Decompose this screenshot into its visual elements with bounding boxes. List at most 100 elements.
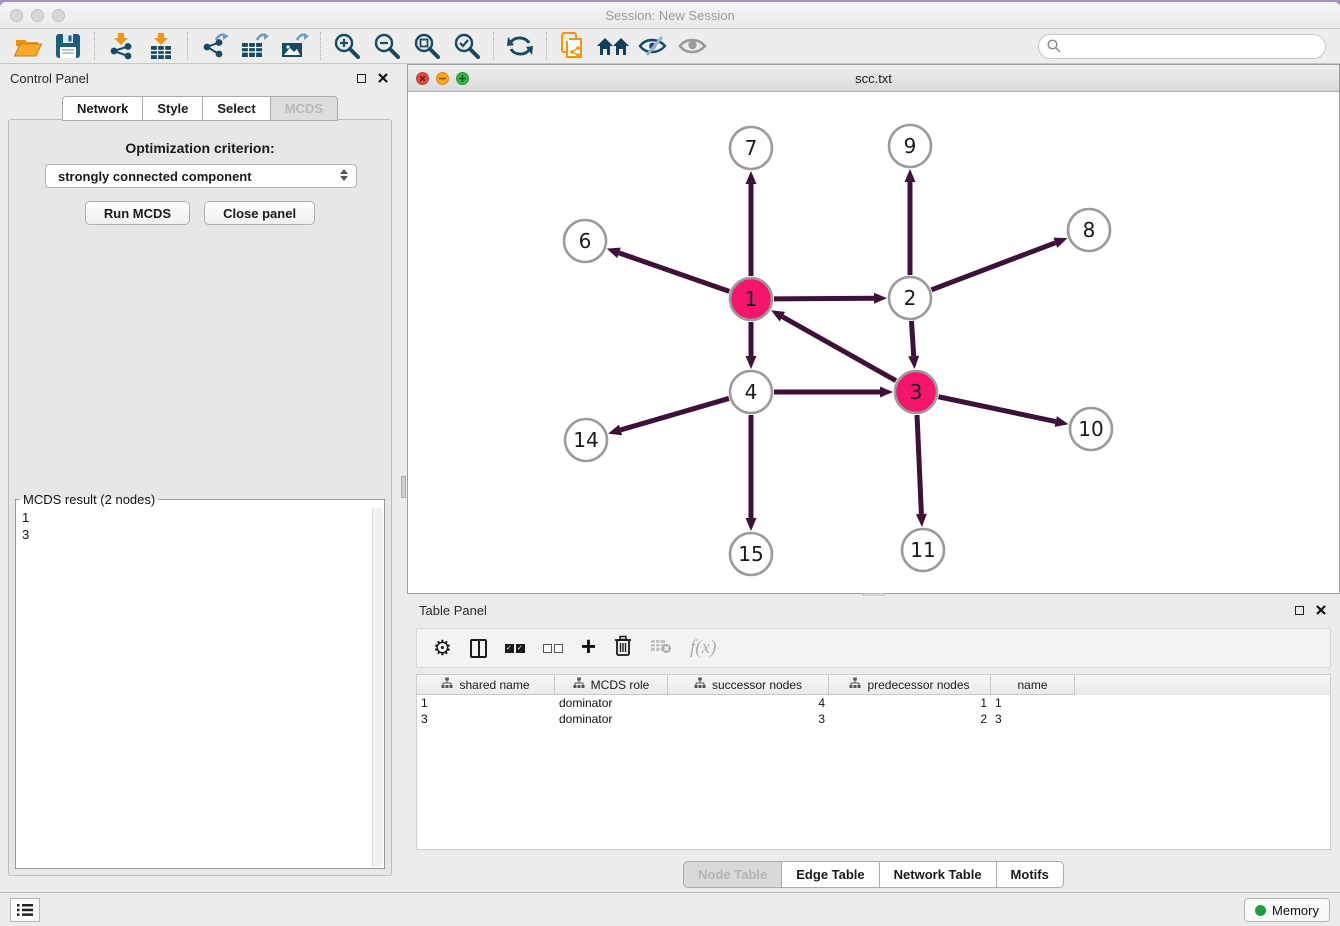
- export-network-button[interactable]: [194, 31, 234, 62]
- node-table[interactable]: shared nameMCDS rolesuccessor nodesprede…: [416, 674, 1331, 850]
- control-panel-title: Control Panel: [10, 71, 89, 86]
- zoom-view-icon[interactable]: [456, 72, 469, 85]
- first-neighbors-button[interactable]: [593, 31, 633, 62]
- show-all-button[interactable]: [673, 31, 713, 62]
- float-table-panel-icon[interactable]: [1292, 603, 1306, 617]
- mcds-panel: Optimization criterion: strongly connect…: [8, 119, 392, 876]
- table-cell[interactable]: 3: [417, 711, 555, 727]
- new-network-from-selection-button[interactable]: [553, 31, 593, 62]
- node-label-2: 2: [904, 286, 917, 310]
- table-toolbar: f(x): [416, 628, 1331, 668]
- column-header-successor-nodes[interactable]: successor nodes: [668, 675, 829, 695]
- table-cell[interactable]: 1: [417, 695, 555, 711]
- table-cell[interactable]: 4: [668, 695, 829, 711]
- arrowhead-1-7: [746, 171, 757, 184]
- column-header-name[interactable]: name: [991, 675, 1075, 695]
- close-panel-icon[interactable]: [376, 71, 390, 85]
- zoom-out-button[interactable]: [367, 31, 407, 62]
- memory-button[interactable]: Memory: [1244, 898, 1330, 922]
- memory-label: Memory: [1272, 903, 1319, 918]
- edge-2-8[interactable]: [932, 243, 1056, 290]
- arrowhead-1-4: [746, 356, 757, 369]
- hide-selected-button[interactable]: [633, 31, 673, 62]
- refresh-view-button[interactable]: [500, 31, 540, 62]
- table-row[interactable]: 1dominator411: [417, 695, 1330, 711]
- save-session-button[interactable]: [48, 31, 88, 62]
- task-history-button[interactable]: [10, 898, 40, 922]
- table-cell[interactable]: 3: [668, 711, 829, 727]
- edge-1-6[interactable]: [619, 253, 729, 292]
- function-builder-icon[interactable]: f(x): [690, 637, 716, 659]
- close-panel-button[interactable]: Close panel: [204, 201, 315, 225]
- main-titlebar: Session: New Session: [0, 2, 1340, 29]
- arrowhead-2-3: [908, 356, 919, 369]
- arrowhead-3-10: [1055, 416, 1069, 427]
- zoom-selected-button[interactable]: [447, 31, 487, 62]
- table-tab-motifs[interactable]: Motifs: [997, 861, 1064, 888]
- mcds-result-title: MCDS result (2 nodes): [20, 492, 158, 507]
- export-table-button[interactable]: [234, 31, 274, 62]
- zoom-fit-button[interactable]: [407, 31, 447, 62]
- import-table-button[interactable]: [141, 31, 181, 62]
- table-cell[interactable]: 1: [829, 695, 991, 711]
- run-mcds-button[interactable]: Run MCDS: [85, 201, 190, 225]
- optimization-criterion-label: Optimization criterion:: [9, 140, 391, 156]
- table-row[interactable]: 3dominator323: [417, 711, 1330, 727]
- table-cell[interactable]: dominator: [555, 711, 668, 727]
- close-view-icon[interactable]: [416, 72, 429, 85]
- add-column-icon[interactable]: [581, 636, 596, 660]
- table-tab-node-table[interactable]: Node Table: [683, 861, 782, 888]
- open-session-button[interactable]: [8, 31, 48, 62]
- optimization-criterion-select[interactable]: strongly connected component: [45, 164, 357, 188]
- import-table-icon: [147, 32, 175, 60]
- arrowhead-4-3: [880, 387, 893, 398]
- minimize-view-icon[interactable]: [436, 72, 449, 85]
- network-view-window: scc.txt 7968124314101511: [407, 64, 1340, 594]
- table-settings-icon[interactable]: [433, 636, 452, 661]
- close-table-panel-icon[interactable]: [1314, 603, 1328, 617]
- chevron-updown-icon: [340, 169, 348, 181]
- table-cell[interactable]: 1: [991, 695, 1075, 711]
- table-cell[interactable]: dominator: [555, 695, 668, 711]
- export-image-button[interactable]: [274, 31, 314, 62]
- select-all-columns-icon[interactable]: [505, 644, 525, 653]
- edge-1-2[interactable]: [774, 298, 874, 299]
- edge-2-3[interactable]: [911, 321, 913, 356]
- mcds-result-list: 13: [16, 507, 384, 543]
- tab-network[interactable]: Network: [62, 96, 143, 121]
- tab-mcds[interactable]: MCDS: [271, 96, 338, 121]
- column-header-predecessor-nodes[interactable]: predecessor nodes: [829, 675, 991, 695]
- node-label-6: 6: [579, 229, 592, 253]
- show-columns-icon[interactable]: [470, 639, 487, 658]
- splitter-grip[interactable]: [401, 476, 406, 498]
- table-cell[interactable]: 2: [829, 711, 991, 727]
- delete-column-icon[interactable]: [614, 635, 632, 662]
- deselect-all-columns-icon[interactable]: [543, 644, 563, 653]
- table-tab-edge-table[interactable]: Edge Table: [782, 861, 879, 888]
- column-header-MCDS-role[interactable]: MCDS role: [555, 675, 668, 695]
- delete-table-icon-disabled: [650, 638, 672, 659]
- tab-style[interactable]: Style: [143, 96, 203, 121]
- import-network-button[interactable]: [101, 31, 141, 62]
- network-window-controls: [416, 72, 469, 85]
- column-header-shared-name[interactable]: shared name: [417, 675, 555, 695]
- memory-status-icon: [1255, 905, 1266, 916]
- table-tab-network-table[interactable]: Network Table: [880, 861, 997, 888]
- edge-3-1[interactable]: [782, 317, 896, 381]
- table-cell[interactable]: 3: [991, 711, 1075, 727]
- result-scrollbar[interactable]: [372, 508, 383, 867]
- network-canvas[interactable]: 7968124314101511: [408, 92, 1339, 593]
- search-input[interactable]: [1038, 34, 1326, 59]
- edge-3-10[interactable]: [939, 397, 1056, 422]
- edge-3-11[interactable]: [917, 415, 921, 514]
- export-image-icon: [279, 32, 309, 60]
- edge-4-14[interactable]: [621, 398, 729, 430]
- open-folder-icon: [14, 33, 42, 59]
- main-toolbar: [0, 29, 1340, 64]
- tab-select[interactable]: Select: [203, 96, 270, 121]
- zoom-in-button[interactable]: [327, 31, 367, 62]
- arrowhead-1-2: [874, 293, 887, 304]
- float-panel-icon[interactable]: [354, 71, 368, 85]
- search-container: [1038, 34, 1326, 59]
- vertical-splitter[interactable]: [400, 64, 407, 892]
